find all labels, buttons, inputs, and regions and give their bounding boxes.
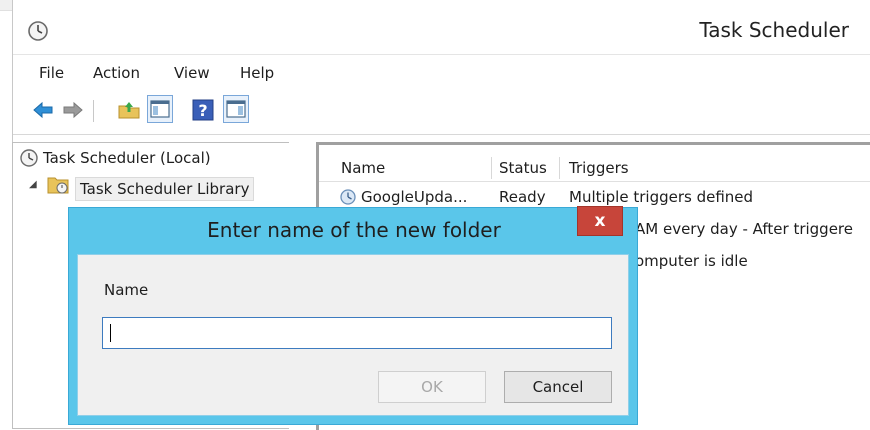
task-triggers: omputer is idle (635, 252, 748, 270)
column-separator[interactable] (491, 157, 492, 179)
tree-item-task-scheduler-local[interactable]: Task Scheduler (Local) (43, 149, 211, 167)
column-header-name[interactable]: Name (341, 159, 385, 177)
toolbar: ? (13, 88, 870, 135)
menu-file[interactable]: File (39, 64, 64, 82)
clock-icon (20, 149, 38, 167)
help-icon[interactable]: ? (191, 98, 215, 122)
console-tree-icon (150, 100, 170, 118)
action-pane-icon (226, 100, 246, 118)
window-title: Task Scheduler (699, 18, 849, 42)
show-hide-console-tree-button[interactable] (147, 95, 173, 123)
menu-action[interactable]: Action (93, 64, 140, 82)
name-label: Name (104, 281, 149, 299)
column-header-status[interactable]: Status (499, 159, 547, 177)
expand-arrow-icon[interactable]: ◢ (29, 179, 37, 190)
new-folder-dialog: Enter name of the new folder x Name OK C… (68, 206, 638, 425)
folder-up-icon[interactable] (117, 98, 141, 122)
task-triggers: Multiple triggers defined (569, 188, 754, 206)
list-header: Name Status Triggers (319, 153, 870, 182)
column-header-triggers[interactable]: Triggers (569, 159, 629, 177)
menu-bar: File Action View Help (13, 54, 870, 89)
back-arrow-icon[interactable] (31, 98, 55, 122)
folder-clock-icon (47, 177, 69, 194)
column-separator[interactable] (559, 157, 560, 179)
show-hide-action-pane-button[interactable] (223, 95, 249, 123)
clock-icon (340, 189, 356, 205)
text-caret (110, 324, 111, 342)
svg-text:?: ? (198, 101, 207, 120)
close-button[interactable]: x (577, 206, 623, 236)
dialog-title: Enter name of the new folder (207, 218, 501, 242)
toolbar-separator (93, 100, 94, 122)
cancel-button[interactable]: Cancel (504, 371, 612, 403)
clock-icon (28, 21, 48, 41)
folder-name-input[interactable] (102, 317, 612, 349)
forward-arrow-icon[interactable] (61, 98, 85, 122)
task-triggers: AM every day - After triggere (635, 220, 853, 238)
tree-item-task-scheduler-library[interactable]: Task Scheduler Library (75, 177, 255, 201)
task-status: Ready (499, 188, 546, 206)
dialog-body: Name OK Cancel (77, 254, 629, 416)
task-name: GoogleUpda... (361, 188, 468, 206)
title-bar[interactable]: Task Scheduler (13, 10, 870, 54)
close-icon: x (594, 211, 606, 231)
menu-view[interactable]: View (174, 64, 210, 82)
ok-button[interactable]: OK (378, 371, 486, 403)
menu-help[interactable]: Help (240, 64, 274, 82)
